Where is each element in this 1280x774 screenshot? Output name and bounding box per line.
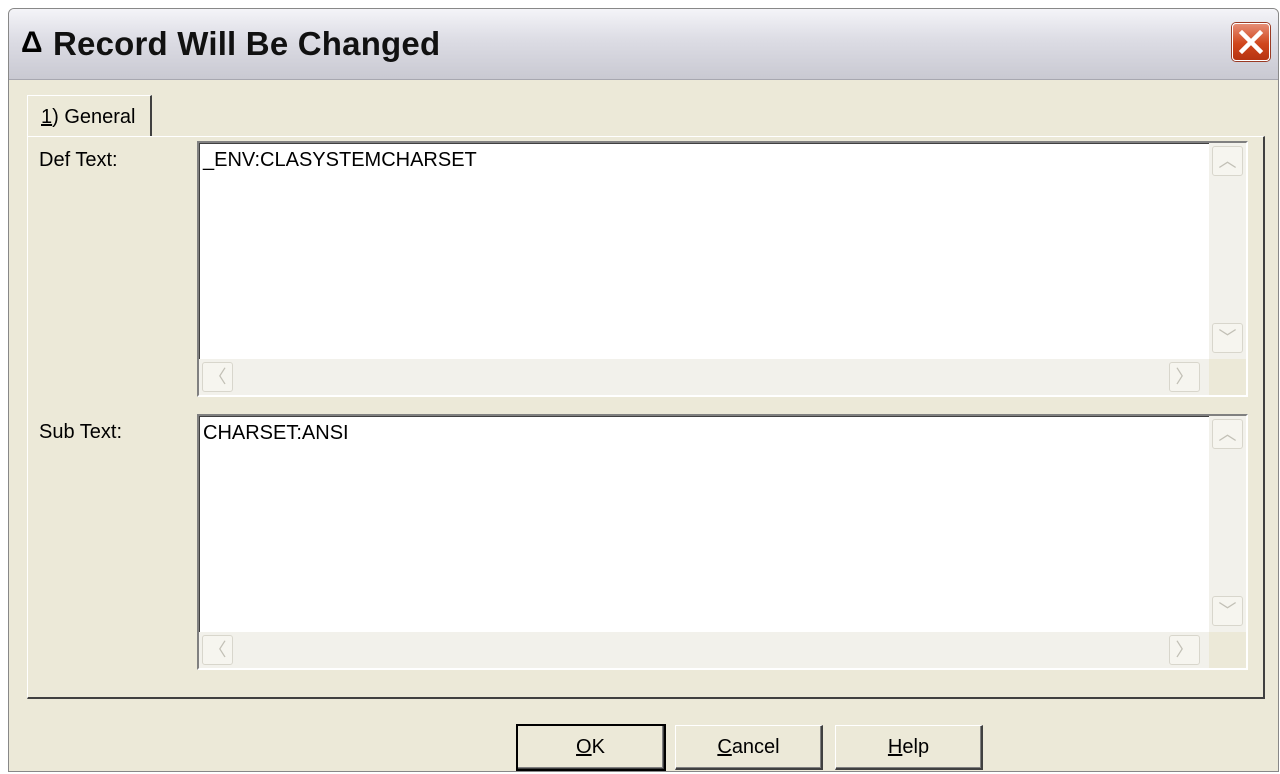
sub-text-horizontal-scrollbar[interactable]: 〈 〉 — [199, 632, 1209, 668]
close-button[interactable] — [1232, 23, 1270, 61]
scroll-up-icon[interactable]: ︿ — [1212, 146, 1243, 176]
scrollbar-corner — [1209, 632, 1246, 668]
cancel-button[interactable]: Cancel — [675, 725, 823, 770]
def-text-value: _ENV:CLASYSTEMCHARSET — [203, 149, 477, 171]
scrollbar-corner — [1209, 359, 1246, 395]
tab-general[interactable]: 1) General — [27, 95, 152, 136]
dialog-title: Record Will Be Changed — [53, 25, 441, 62]
close-icon — [1238, 29, 1264, 55]
scroll-down-icon[interactable]: ﹀ — [1212, 596, 1243, 626]
scroll-up-icon[interactable]: ︿ — [1212, 419, 1243, 449]
scroll-right-icon[interactable]: 〉 — [1169, 635, 1200, 665]
sub-text-field[interactable]: CHARSET:ANSI ︿ ﹀ 〈 〉 — [197, 414, 1248, 670]
def-text-vertical-scrollbar[interactable]: ︿ ﹀ — [1209, 143, 1246, 359]
help-button[interactable]: Help — [835, 725, 983, 770]
def-text-field[interactable]: _ENV:CLASYSTEMCHARSET ︿ ﹀ 〈 〉 — [197, 141, 1248, 397]
scroll-right-icon[interactable]: 〉 — [1169, 362, 1200, 392]
def-text-label: Def Text: — [39, 149, 118, 171]
sub-text-vertical-scrollbar[interactable]: ︿ ﹀ — [1209, 416, 1246, 632]
dialog-window: Δ Record Will Be Changed 1) General Def … — [8, 8, 1279, 772]
tab-general-label: 1) General — [41, 106, 136, 128]
scroll-down-icon[interactable]: ﹀ — [1212, 323, 1243, 353]
scroll-left-icon[interactable]: 〈 — [202, 635, 233, 665]
warning-triangle-icon: Δ — [21, 26, 43, 59]
sub-text-value: CHARSET:ANSI — [203, 422, 349, 444]
scroll-left-icon[interactable]: 〈 — [202, 362, 233, 392]
ok-button[interactable]: OK — [516, 724, 666, 771]
sub-text-label: Sub Text: — [39, 421, 123, 443]
title-bar[interactable]: Δ Record Will Be Changed — [9, 9, 1278, 80]
def-text-horizontal-scrollbar[interactable]: 〈 〉 — [199, 359, 1209, 395]
